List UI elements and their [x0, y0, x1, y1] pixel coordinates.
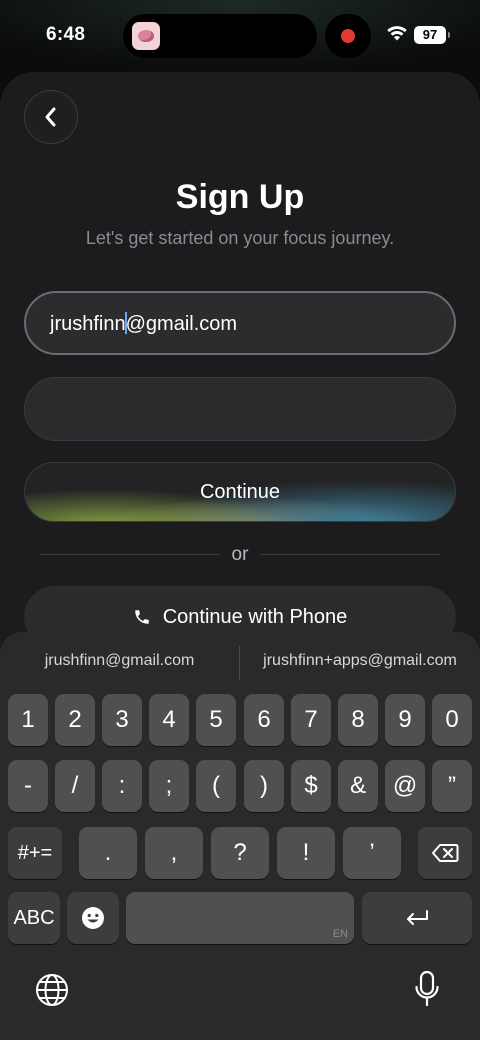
key-exclamation[interactable]: ! [277, 827, 335, 879]
key-semicolon[interactable]: ; [149, 760, 189, 812]
screen: 6:48 97 Sign Up Let's get started on you… [0, 0, 480, 1040]
battery-indicator: 97 [414, 26, 450, 44]
continue-button[interactable]: Continue [24, 462, 456, 522]
email-field[interactable]: jrushfinn@gmail.com [24, 291, 456, 355]
keyboard: jrushfinn@gmail.com jrushfinn+apps@gmail… [0, 632, 480, 1040]
password-field[interactable] [24, 377, 456, 441]
return-key[interactable] [362, 892, 472, 944]
divider-line-right [260, 554, 440, 555]
chevron-left-icon [45, 107, 56, 127]
phone-icon [134, 610, 149, 624]
microphone-icon[interactable] [414, 970, 440, 1008]
key-at[interactable]: @ [385, 760, 425, 812]
emoji-key[interactable] [67, 892, 119, 944]
suggestion-1[interactable]: jrushfinn@gmail.com [0, 652, 239, 670]
suggestion-2[interactable]: jrushfinn+apps@gmail.com [240, 652, 480, 670]
delete-key[interactable] [418, 827, 472, 879]
status-time: 6:48 [46, 24, 86, 45]
key-2[interactable]: 2 [55, 694, 95, 746]
key-more-symbols[interactable]: #+= [8, 827, 62, 879]
space-key[interactable]: EN [126, 892, 354, 944]
return-icon [407, 910, 428, 925]
key-period[interactable]: . [79, 827, 137, 879]
globe-icon[interactable] [34, 972, 70, 1008]
wifi-icon [387, 26, 407, 41]
key-open-paren[interactable]: ( [196, 760, 236, 812]
divider-or: or [231, 544, 249, 565]
language-tag: EN [332, 928, 348, 940]
key-9[interactable]: 9 [385, 694, 425, 746]
email-value: jrushfinn@gmail.com [50, 312, 238, 335]
key-7[interactable]: 7 [291, 694, 331, 746]
page-subtitle: Let's get started on your focus journey. [85, 228, 395, 248]
key-colon[interactable]: : [102, 760, 142, 812]
phone-button-label: Continue with Phone [162, 605, 348, 628]
key-hyphen[interactable]: - [8, 760, 48, 812]
dynamic-island[interactable] [123, 14, 317, 58]
key-6[interactable]: 6 [244, 694, 284, 746]
key-1[interactable]: 1 [8, 694, 48, 746]
key-ampersand[interactable]: & [338, 760, 378, 812]
key-apostrophe[interactable]: ’ [343, 827, 401, 879]
key-8[interactable]: 8 [338, 694, 378, 746]
back-button[interactable] [24, 90, 78, 144]
key-comma[interactable]: , [145, 827, 203, 879]
screen-recording-indicator[interactable] [325, 14, 371, 58]
continue-button-label: Continue [199, 480, 281, 503]
key-close-paren[interactable]: ) [244, 760, 284, 812]
abc-key[interactable]: ABC [8, 892, 60, 944]
key-dollar[interactable]: $ [291, 760, 331, 812]
key-5[interactable]: 5 [196, 694, 236, 746]
record-icon [341, 29, 355, 43]
key-4[interactable]: 4 [149, 694, 189, 746]
key-slash[interactable]: / [55, 760, 95, 812]
key-0[interactable]: 0 [432, 694, 472, 746]
key-quote[interactable]: ” [432, 760, 472, 812]
page-title: Sign Up [175, 178, 305, 216]
key-3[interactable]: 3 [102, 694, 142, 746]
backspace-icon [432, 844, 459, 862]
key-question[interactable]: ? [211, 827, 269, 879]
emoji-icon [82, 907, 104, 929]
app-activity-icon [132, 22, 160, 50]
